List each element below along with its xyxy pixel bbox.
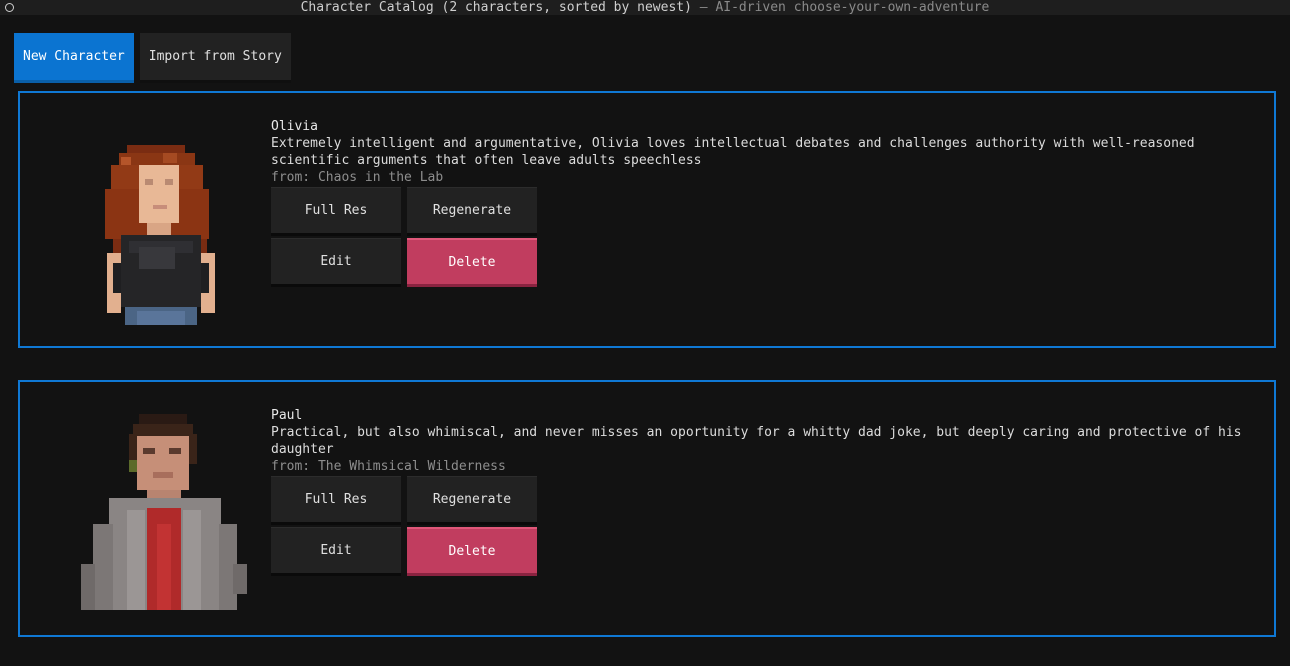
regenerate-button[interactable]: Regenerate: [407, 187, 537, 236]
character-source-story: from: Chaos in the Lab: [271, 170, 444, 185]
toolbar: New Character Import from Story: [14, 33, 291, 83]
character-name: Olivia: [271, 119, 318, 134]
paul-portrait-image: [81, 414, 247, 610]
delete-button[interactable]: Delete: [407, 527, 537, 576]
character-name: Paul: [271, 408, 303, 423]
character-source-story: from: The Whimsical Wilderness: [271, 459, 506, 474]
character-actions: Full Res Regenerate Edit Delete: [271, 187, 537, 289]
edit-button[interactable]: Edit: [271, 527, 401, 576]
new-character-button[interactable]: New Character: [14, 33, 134, 83]
window-titlebar: Character Catalog (2 characters, sorted …: [0, 0, 1290, 15]
character-actions: Full Res Regenerate Edit Delete: [271, 476, 537, 578]
character-info: Olivia Extremely intelligent and argumen…: [271, 118, 1271, 186]
character-card: Olivia Extremely intelligent and argumen…: [18, 91, 1276, 348]
window-close-icon[interactable]: [5, 3, 14, 12]
full-res-button[interactable]: Full Res: [271, 476, 401, 525]
character-info: Paul Practical, but also whimiscal, and …: [271, 407, 1271, 475]
character-description: Practical, but also whimiscal, and never…: [271, 425, 1242, 457]
edit-button[interactable]: Edit: [271, 238, 401, 287]
delete-button[interactable]: Delete: [407, 238, 537, 287]
full-res-button[interactable]: Full Res: [271, 187, 401, 236]
window-subtitle: AI-driven choose-your-own-adventure: [715, 0, 990, 15]
window-title: Character Catalog (2 characters, sorted …: [300, 0, 692, 15]
character-portrait: [103, 143, 219, 325]
regenerate-button[interactable]: Regenerate: [407, 476, 537, 525]
olivia-portrait-image: [105, 145, 215, 325]
character-portrait: [79, 414, 249, 610]
import-from-story-button[interactable]: Import from Story: [139, 33, 291, 83]
character-description: Extremely intelligent and argumentative,…: [271, 136, 1195, 168]
window-title-separator: —: [691, 0, 716, 15]
character-card: Paul Practical, but also whimiscal, and …: [18, 380, 1276, 637]
